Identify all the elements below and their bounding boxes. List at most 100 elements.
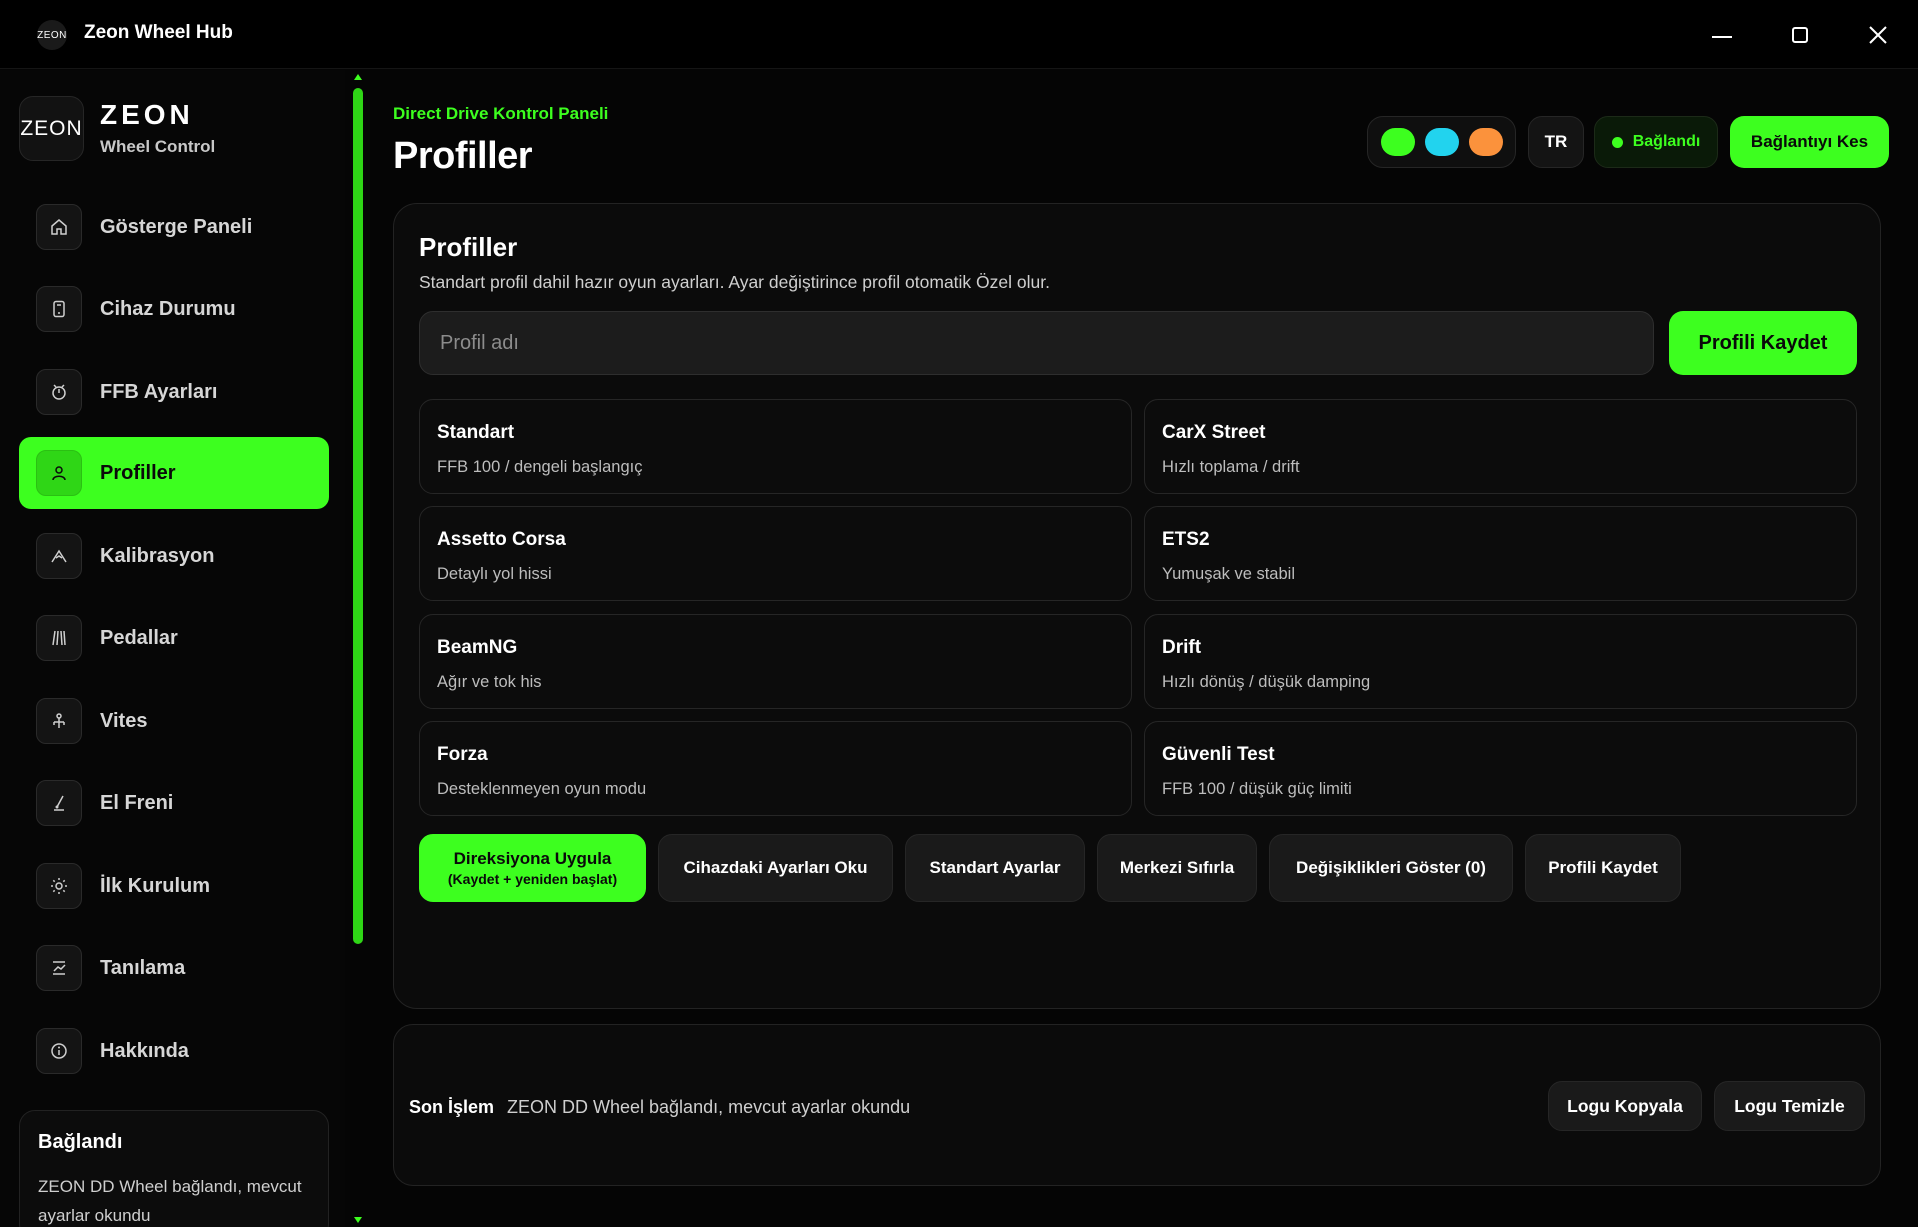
- page-title: Profiller: [393, 135, 533, 177]
- app-logo-icon: ZEON: [37, 20, 67, 50]
- profile-card-beamng[interactable]: BeamNG Ağır ve tok his: [419, 614, 1132, 709]
- sidebar-item-label: Pedallar: [100, 626, 178, 649]
- maximize-button[interactable]: [1780, 16, 1820, 54]
- ffb-icon: [36, 369, 82, 415]
- sidebar: ZEON ZEON Wheel Control Gösterge Paneli …: [0, 70, 345, 1227]
- pedals-icon: [36, 615, 82, 661]
- handbrake-icon: [36, 780, 82, 826]
- scroll-up-icon[interactable]: [354, 74, 362, 80]
- profile-name: BeamNG: [437, 637, 518, 658]
- minimize-button[interactable]: [1702, 16, 1742, 54]
- profile-desc: FFB 100 / dengeli başlangıç: [437, 458, 643, 476]
- profile-card-carx-street[interactable]: CarX Street Hızlı toplama / drift: [1144, 399, 1857, 494]
- connection-status-text: Bağlandı: [1632, 133, 1701, 150]
- profile-card-drift[interactable]: Drift Hızlı dönüş / düşük damping: [1144, 614, 1857, 709]
- apply-label: Direksiyona Uygula: [453, 849, 612, 868]
- sidebar-item-label: Vites: [100, 709, 148, 732]
- scroll-down-icon[interactable]: [354, 1217, 362, 1223]
- scrollbar-thumb[interactable]: [353, 88, 363, 944]
- profile-desc: Hızlı dönüş / düşük damping: [1162, 673, 1371, 691]
- log-label: Son İşlem: [409, 1097, 495, 1117]
- profile-desc: Yumuşak ve stabil: [1162, 565, 1295, 583]
- profile-name: Assetto Corsa: [437, 529, 566, 550]
- brand-subtitle: Wheel Control: [100, 136, 216, 156]
- language-button[interactable]: TR: [1528, 116, 1584, 168]
- sidebar-item-label: Tanılama: [100, 956, 186, 979]
- profile-name: Forza: [437, 744, 488, 765]
- sidebar-item-label: İlk Kurulum: [100, 874, 211, 897]
- profile-desc: Hızlı toplama / drift: [1162, 458, 1300, 476]
- profile-card-forza[interactable]: Forza Desteklenmeyen oyun modu: [419, 721, 1132, 816]
- copy-log-button[interactable]: Logu Kopyala: [1548, 1081, 1702, 1131]
- brand-name: ZEON: [100, 99, 194, 131]
- sidebar-item-about[interactable]: Hakkında: [19, 1015, 329, 1087]
- theme-swatch-green[interactable]: [1380, 128, 1415, 156]
- profile-card-assetto-corsa[interactable]: Assetto Corsa Detaylı yol hissi: [419, 506, 1132, 601]
- save-profile-secondary-button[interactable]: Profili Kaydet: [1525, 834, 1681, 902]
- calibration-icon: [36, 533, 82, 579]
- disconnect-button[interactable]: Bağlantıyı Kes: [1730, 116, 1889, 168]
- close-button[interactable]: [1858, 16, 1898, 54]
- profile-desc: Detaylı yol hissi: [437, 565, 552, 583]
- profile-card-ets2[interactable]: ETS2 Yumuşak ve stabil: [1144, 506, 1857, 601]
- close-icon: [1869, 26, 1887, 44]
- apply-to-wheel-button[interactable]: Direksiyona Uygula (Kaydet + yeniden baş…: [419, 834, 646, 902]
- brand-logo-icon: ZEON: [19, 96, 84, 161]
- profile-name-input[interactable]: [419, 311, 1654, 375]
- window-title: Zeon Wheel Hub: [84, 22, 233, 43]
- profile-desc: Ağır ve tok his: [437, 673, 542, 691]
- profile-desc: FFB 100 / düşük güç limiti: [1162, 780, 1352, 798]
- user-icon: [36, 450, 82, 496]
- page-eyebrow: Direct Drive Kontrol Paneli: [393, 104, 609, 123]
- maximize-icon: [1792, 27, 1808, 43]
- sidebar-item-label: Profiller: [100, 461, 176, 484]
- reset-center-button[interactable]: Merkezi Sıfırla: [1097, 834, 1257, 902]
- gear-shift-icon: [36, 698, 82, 744]
- diagnostics-icon: [36, 945, 82, 991]
- apply-sublabel: (Kaydet + yeniden başlat): [447, 871, 618, 887]
- sidebar-item-initial-setup[interactable]: İlk Kurulum: [19, 850, 329, 922]
- profiles-panel: Profiller Standart profil dahil hazır oy…: [393, 203, 1881, 1009]
- sidebar-item-diagnostics[interactable]: Tanılama: [19, 932, 329, 1004]
- profile-name: Güvenli Test: [1162, 744, 1275, 765]
- profile-desc: Desteklenmeyen oyun modu: [437, 780, 647, 798]
- sidebar-item-dashboard[interactable]: Gösterge Paneli: [19, 191, 329, 263]
- brand: ZEON ZEON Wheel Control: [19, 96, 215, 161]
- sidebar-item-ffb-settings[interactable]: FFB Ayarları: [19, 356, 329, 428]
- sidebar-item-gear[interactable]: Vites: [19, 685, 329, 757]
- sidebar-item-label: El Freni: [100, 791, 174, 814]
- log-panel: Son İşlem ZEON DD Wheel bağlandı, mevcut…: [393, 1024, 1881, 1186]
- sidebar-item-label: Kalibrasyon: [100, 544, 215, 567]
- connection-status-card: Bağlandı ZEON DD Wheel bağlandı, mevcut …: [19, 1110, 329, 1227]
- sidebar-item-label: FFB Ayarları: [100, 380, 218, 403]
- read-device-settings-button[interactable]: Cihazdaki Ayarları Oku: [658, 834, 893, 902]
- theme-color-picker: [1367, 116, 1516, 168]
- clear-log-button[interactable]: Logu Temizle: [1714, 1081, 1865, 1131]
- minimize-icon: [1712, 36, 1732, 38]
- status-card-desc: ZEON DD Wheel bağlandı, mevcut ayarlar o…: [38, 1177, 302, 1225]
- sidebar-item-calibration[interactable]: Kalibrasyon: [19, 520, 329, 592]
- theme-swatch-orange[interactable]: [1468, 128, 1503, 156]
- default-settings-button[interactable]: Standart Ayarlar: [905, 834, 1085, 902]
- save-profile-button[interactable]: Profili Kaydet: [1669, 311, 1857, 375]
- sidebar-item-device-status[interactable]: Cihaz Durumu: [19, 273, 329, 345]
- sidebar-item-label: Cihaz Durumu: [100, 297, 236, 320]
- info-icon: [36, 1028, 82, 1074]
- status-dot-icon: [1611, 136, 1623, 148]
- profile-card-safe-test[interactable]: Güvenli Test FFB 100 / düşük güç limiti: [1144, 721, 1857, 816]
- sidebar-item-pedals[interactable]: Pedallar: [19, 602, 329, 674]
- connection-status-badge: Bağlandı: [1594, 116, 1718, 168]
- brand-logo-text: ZEON: [20, 116, 83, 140]
- profile-name: Drift: [1162, 637, 1202, 658]
- profile-name: Standart: [437, 422, 515, 443]
- theme-swatch-cyan[interactable]: [1424, 128, 1459, 156]
- show-changes-button[interactable]: Değişiklikleri Göster (0): [1269, 834, 1513, 902]
- sidebar-item-label: Hakkında: [100, 1039, 189, 1062]
- panel-description: Standart profil dahil hazır oyun ayarlar…: [419, 272, 1050, 292]
- profile-card-standart[interactable]: Standart FFB 100 / dengeli başlangıç: [419, 399, 1132, 494]
- sidebar-item-label: Gösterge Paneli: [100, 215, 253, 238]
- setup-icon: [36, 863, 82, 909]
- sidebar-item-handbrake[interactable]: El Freni: [19, 767, 329, 839]
- sidebar-scrollbar[interactable]: [352, 70, 364, 1227]
- sidebar-item-profiles[interactable]: Profiller: [19, 437, 329, 509]
